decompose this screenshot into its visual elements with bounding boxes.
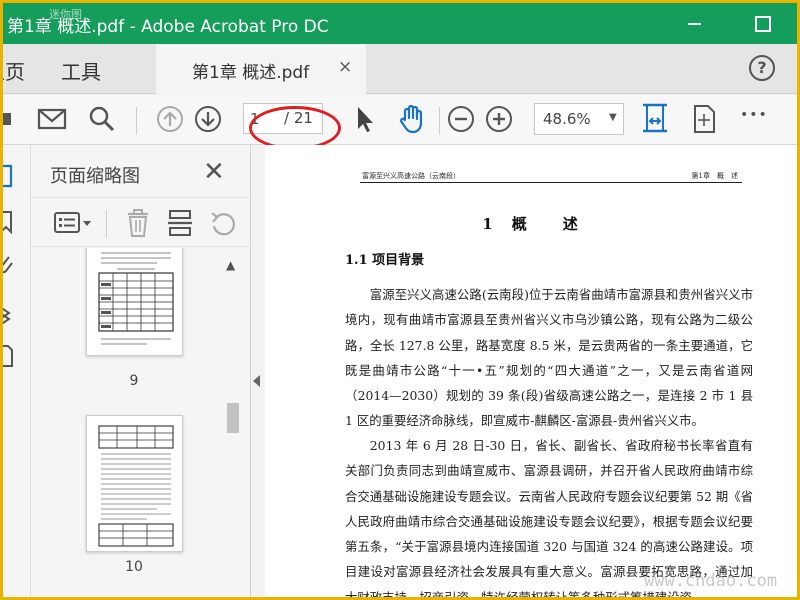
header-left-text: 富源至兴义高速公路（云南段） xyxy=(362,172,460,180)
help-icon[interactable]: ? xyxy=(749,55,775,81)
toolbar-divider xyxy=(136,107,137,135)
page-header: 富源至兴义高速公路（云南段） 第1章 概 述 xyxy=(360,171,742,183)
toolbar-divider xyxy=(439,107,440,135)
document-tab-label: 第1章 概述.pdf xyxy=(192,63,310,83)
section-title: 1.1 项目背景 xyxy=(345,253,425,268)
page-number-field[interactable]: / 21 xyxy=(243,103,323,134)
page-thumbnails-icon[interactable] xyxy=(3,163,17,189)
tab-tools[interactable]: 工具 xyxy=(61,56,101,85)
attachments-icon[interactable] xyxy=(3,253,17,279)
previous-page-icon[interactable] xyxy=(155,104,185,134)
tab-home[interactable]: 主页 xyxy=(3,56,25,85)
print-icon[interactable] xyxy=(3,104,19,134)
maximize-button[interactable] xyxy=(747,9,777,37)
scroll-up-icon[interactable]: ▲ xyxy=(226,258,235,272)
chevron-down-icon: ▼ xyxy=(609,112,617,123)
fit-page-icon[interactable] xyxy=(641,101,669,137)
minimize-button[interactable] xyxy=(680,9,710,37)
title-bar: 第1章 概述.pdf - Adobe Acrobat Pro DC 迷你图 xyxy=(3,3,797,44)
tab-document[interactable]: 第1章 概述.pdf × xyxy=(156,44,366,94)
body-paragraph: 富源至兴义高速公路(云南段)位于云南省曲靖市富源县和贵州省兴义市境内，现有曲靖市… xyxy=(345,287,753,429)
thumbnail-list: 9 10 xyxy=(31,248,251,597)
collapse-panel-icon[interactable] xyxy=(253,375,260,387)
delete-page-icon[interactable] xyxy=(125,209,151,237)
panel-title: 页面缩略图 xyxy=(50,166,140,187)
layers-icon[interactable] xyxy=(3,301,17,327)
full-screen-icon[interactable] xyxy=(691,104,717,134)
thumbnail-preview xyxy=(98,252,174,345)
panel-toolbar-divider xyxy=(106,210,107,238)
email-icon[interactable] xyxy=(37,104,67,134)
hand-tool-icon[interactable] xyxy=(397,104,427,134)
scrollbar-thumb[interactable] xyxy=(227,403,239,433)
close-panel-icon[interactable]: ✕ xyxy=(203,157,225,187)
next-page-icon[interactable] xyxy=(193,104,223,134)
rotate-page-icon[interactable] xyxy=(209,209,237,237)
more-options-icon[interactable]: ••• xyxy=(740,107,768,137)
page-thumbnails-panel: 页面缩略图 ✕ 9 10 ▲ xyxy=(31,145,251,597)
thumbnail-page-number: 9 xyxy=(129,373,139,389)
page-thumbnail-10[interactable] xyxy=(86,415,183,552)
header-right-text: 第1章 概 述 xyxy=(691,172,738,180)
page-thumbnail-9[interactable] xyxy=(86,248,183,356)
thumbnail-page-number: 10 xyxy=(125,559,143,575)
navigation-rail xyxy=(3,145,31,597)
total-pages: / 21 xyxy=(284,109,313,127)
thumbnail-preview xyxy=(98,425,174,547)
zoom-dropdown[interactable]: 48.6% ▼ xyxy=(534,103,624,135)
chapter-title: 1 概 述 xyxy=(482,215,580,233)
acrobat-window: 第1章 概述.pdf - Adobe Acrobat Pro DC 迷你图 主页… xyxy=(3,3,797,597)
toolbar: / 21 48.6% ▼ xyxy=(3,95,797,145)
select-cursor-icon[interactable] xyxy=(353,104,377,134)
bookmarks-icon[interactable] xyxy=(3,209,17,235)
zoom-out-icon[interactable] xyxy=(446,104,476,134)
tab-bar: 主页 工具 第1章 概述.pdf × ? xyxy=(3,44,797,94)
document-properties-icon[interactable] xyxy=(3,343,17,369)
site-watermark: www.cndao.com xyxy=(644,571,778,591)
zoom-value: 48.6% xyxy=(543,110,591,128)
corner-watermark: 迷你图 xyxy=(49,8,82,21)
zoom-in-icon[interactable] xyxy=(484,104,514,134)
close-tab-icon[interactable]: × xyxy=(338,57,352,77)
current-page-input[interactable] xyxy=(250,109,274,129)
thumbnail-options-icon[interactable] xyxy=(53,210,93,236)
insert-page-icon[interactable] xyxy=(167,209,193,237)
panel-toolbar xyxy=(31,197,251,247)
document-view[interactable]: 富源至兴义高速公路（云南段） 第1章 概 述 1 概 述 1.1 项目背景 富源… xyxy=(265,145,797,597)
search-icon[interactable] xyxy=(87,104,117,134)
